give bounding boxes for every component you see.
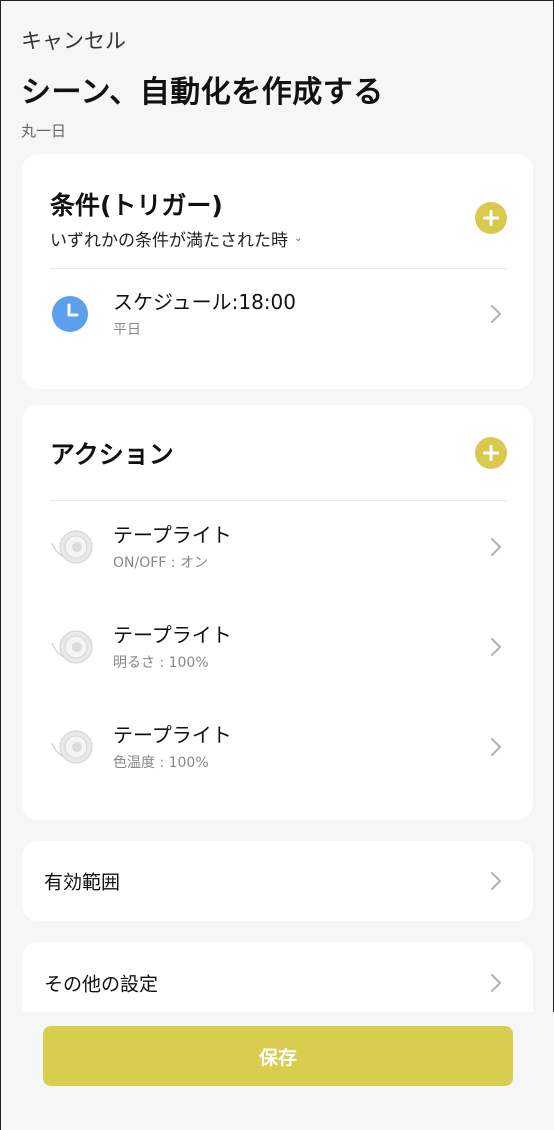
cancel-button[interactable]: キャンセル bbox=[21, 25, 126, 55]
clock-icon bbox=[50, 294, 90, 334]
condition-title: スケジュール:18:00 bbox=[113, 290, 296, 314]
action-title: テープライト bbox=[113, 523, 232, 547]
scope-label: 有効範囲 bbox=[44, 871, 121, 894]
chevron-right-icon bbox=[490, 304, 502, 324]
action-row[interactable]: テープライト 色温度 : 100% bbox=[22, 709, 533, 785]
plus-icon bbox=[483, 445, 499, 461]
other-settings-row[interactable]: その他の設定 bbox=[22, 942, 533, 1012]
add-condition-button[interactable] bbox=[475, 202, 507, 234]
condition-row-schedule[interactable]: スケジュール:18:00 平日 bbox=[22, 276, 533, 352]
divider bbox=[50, 268, 507, 269]
action-row[interactable]: テープライト ON/OFF : オン bbox=[22, 509, 533, 585]
action-subtitle: 色温度 : 100% bbox=[113, 755, 209, 771]
action-title: テープライト bbox=[113, 623, 232, 647]
add-action-button[interactable] bbox=[475, 437, 507, 469]
tape-light-icon bbox=[50, 727, 93, 767]
chevron-right-icon bbox=[490, 973, 502, 993]
action-subtitle: ON/OFF : オン bbox=[113, 555, 208, 571]
page-title: シーン、自動化を作成する bbox=[21, 75, 384, 110]
chevron-right-icon bbox=[490, 871, 502, 891]
action-row[interactable]: テープライト 明るさ : 100% bbox=[22, 609, 533, 685]
conditions-card: 条件(トリガー) いずれかの条件が満たされた時 ⌄ スケジュール:18:00 平… bbox=[22, 154, 533, 389]
actions-card: アクション テープライト ON/OFF : オン テープライト 明るさ: 10… bbox=[22, 405, 533, 820]
tape-light-icon bbox=[50, 627, 93, 667]
chevron-right-icon bbox=[490, 537, 502, 557]
tape-light-icon bbox=[50, 527, 93, 567]
plus-icon bbox=[483, 210, 499, 226]
chevron-right-icon bbox=[490, 737, 502, 757]
chevron-right-icon bbox=[490, 637, 502, 657]
condition-mode-label: いずれかの条件が満たされた時 bbox=[50, 231, 288, 251]
actions-title: アクション bbox=[50, 440, 174, 469]
condition-mode-dropdown[interactable]: いずれかの条件が満たされた時 ⌄ bbox=[50, 226, 302, 251]
action-subtitle: 明るさ : 100% bbox=[113, 655, 209, 671]
page-subtitle: 丸一日 bbox=[21, 122, 67, 140]
condition-subtitle: 平日 bbox=[113, 322, 141, 338]
scope-row[interactable]: 有効範囲 bbox=[22, 841, 533, 921]
save-button[interactable]: 保存 bbox=[43, 1026, 513, 1086]
action-title: テープライト bbox=[113, 723, 232, 747]
conditions-title: 条件(トリガー) bbox=[50, 191, 223, 220]
divider bbox=[50, 500, 507, 501]
other-settings-label: その他の設定 bbox=[44, 973, 159, 996]
chevron-down-icon: ⌄ bbox=[294, 233, 303, 244]
